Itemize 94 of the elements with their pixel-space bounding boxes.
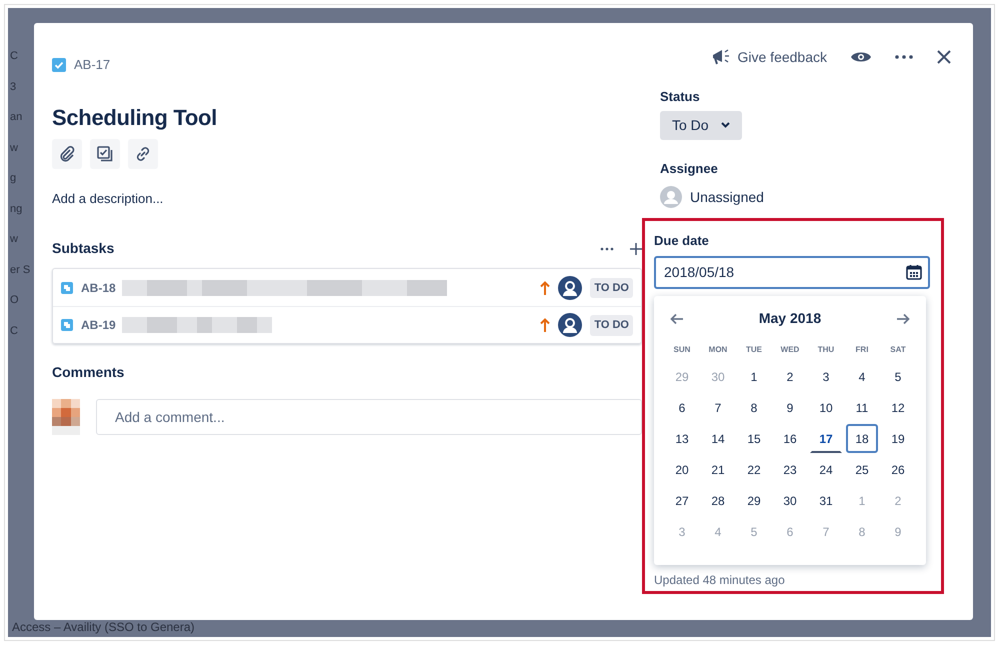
status-dropdown[interactable]: To Do [660,110,742,140]
calendar-day[interactable]: 6 [666,392,698,422]
megaphone-icon [712,49,730,65]
checkbox-icon [52,58,66,72]
subtask-icon [61,319,73,332]
calendar-day[interactable]: 24 [810,454,842,484]
calendar-day[interactable]: 18 [846,424,878,452]
more-icon[interactable] [895,55,913,59]
weekday-label: SUN [672,344,692,356]
calendar-day[interactable]: 9 [774,392,806,422]
field-label: Due date [654,232,710,250]
watch-icon[interactable] [851,50,871,64]
field-label: Assignee [660,160,719,178]
priority-arrow-icon [540,280,550,295]
calendar-day[interactable]: 22 [738,454,770,484]
weekday-label: THU [816,344,836,356]
background-text: O [9,293,20,308]
background-text: an [9,110,24,125]
comment-field[interactable]: Add a comment... [96,399,642,436]
weekday-label: FRI [854,344,870,356]
avatar-icon [660,186,682,208]
assignee-value[interactable]: Unassigned [690,186,764,208]
background-text: C [9,324,19,338]
calendar-day[interactable]: 2 [774,362,806,390]
status-lozenge: TO DO [590,278,633,298]
calendar-day[interactable]: 28 [702,486,734,514]
avatar-icon [558,313,582,338]
background-text: w [9,232,19,247]
subtask-icon [61,282,73,294]
avatar-icon [558,276,582,300]
calendar-day[interactable]: 25 [846,454,878,484]
calendar-day[interactable]: 30 [774,486,806,514]
add-icon[interactable] [630,242,642,255]
paperclip-icon [58,144,76,163]
issue-title[interactable]: Scheduling Tool [52,104,642,131]
close-icon[interactable] [937,50,951,64]
calendar-day[interactable]: 16 [774,424,806,452]
calendar-day[interactable]: 5 [882,362,914,390]
background-text: w [9,140,19,156]
field-label: Status [660,88,701,106]
background-text: C [9,49,19,64]
checklist-icon [96,144,114,163]
calendar-day[interactable]: 13 [666,424,698,452]
calendar-day[interactable]: 14 [702,424,734,452]
calendar-day[interactable]: 17 [810,424,842,452]
calendar-day[interactable]: 19 [882,424,914,452]
updated-text: Updated 48 minutes ago [654,572,786,588]
link-button[interactable] [128,138,158,169]
description-placeholder[interactable]: Add a description... [52,188,642,208]
link-icon [134,144,152,163]
background-text: g [9,171,18,186]
weekday-label: WED [780,344,800,356]
arrow-right-icon [896,312,910,325]
calendar-day[interactable]: 15 [738,424,770,452]
calendar-day[interactable]: 11 [846,392,878,422]
calendar-icon [906,264,922,280]
calendar-day[interactable]: 27 [666,486,698,514]
calendar-day[interactable]: 21 [702,454,734,484]
weekday-label: SAT [889,344,907,356]
feedback-button[interactable]: Give feedback [712,46,827,68]
calendar-day[interactable]: 12 [882,392,914,422]
calendar-day[interactable]: 29 [738,486,770,514]
background-text: ng [9,202,24,216]
calendar-day[interactable]: 31 [810,486,842,514]
calendar-day[interactable]: 7 [702,392,734,422]
arrow-left-icon [670,312,684,325]
month-title: May 2018 [758,308,822,328]
background-text: er S [9,262,32,278]
subtask-key[interactable]: AB-18 [81,278,116,297]
subtask-row[interactable]: AB-19 TO DO [53,306,641,344]
weekday-label: TUE [745,344,763,356]
calendar-day[interactable]: 10 [810,392,842,422]
calendar-day[interactable]: 8 [738,392,770,422]
calendar-day[interactable]: 1 [738,362,770,390]
more-icon[interactable] [600,246,614,251]
calendar-day[interactable]: 4 [846,362,878,390]
priority-arrow-icon [540,318,550,332]
background-text: Access – Availity (SSO to Genera) [12,619,195,636]
calendar-day[interactable]: 23 [774,454,806,484]
calendar-day[interactable]: 3 [810,362,842,390]
weekday-label: MON [708,344,728,356]
status-lozenge: TO DO [590,315,633,336]
date-field[interactable]: 2018/05/18 [654,256,930,288]
background-text: 3 [9,80,18,94]
issue-key[interactable]: AB-17 [74,55,110,74]
attach-button[interactable] [52,138,82,169]
subtask-button[interactable] [90,138,120,169]
calendar-day[interactable]: 26 [882,454,914,484]
chevron-down-icon [720,122,730,128]
subtask-key[interactable]: AB-19 [81,316,116,334]
calendar-day[interactable]: 20 [666,454,698,484]
section-title: Comments [52,363,126,382]
subtask-row[interactable]: AB-18 TO DO [53,269,641,306]
section-title: Subtasks [52,239,114,258]
